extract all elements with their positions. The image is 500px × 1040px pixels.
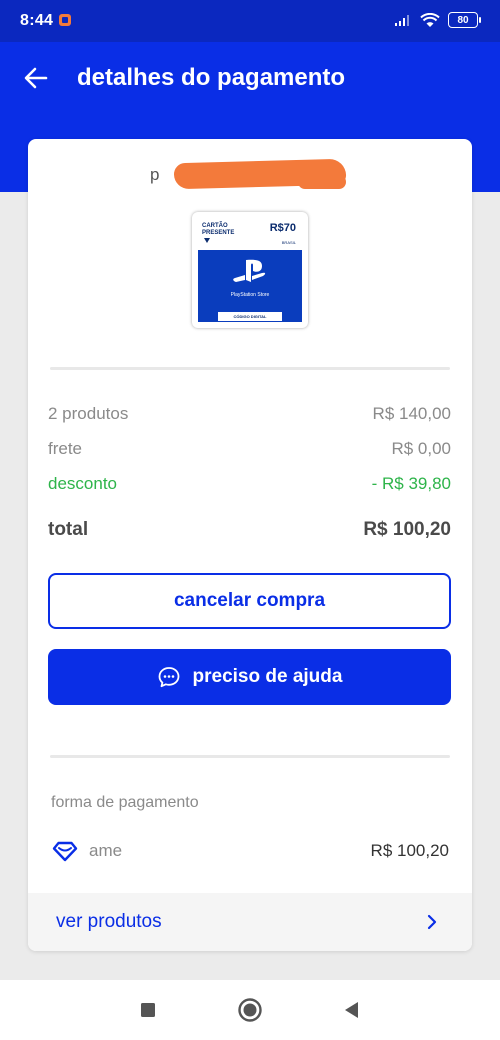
products-label: 2 produtos [48,404,129,423]
product-image[interactable]: CARTÃO PRESENTE R$70 BRASIL PlayStation … [192,212,308,328]
summary-products-row: 2 produtos R$ 140,00 [48,404,451,424]
summary-total-row: total R$ 100,20 [48,519,451,541]
circle-icon[interactable] [238,998,262,1022]
gift-card-label: CARTÃO PRESENTE [202,223,235,236]
app-bar: detalhes do pagamento [0,42,500,118]
chat-bubble-icon [158,667,179,688]
signal-icon [395,15,409,26]
seller-name: p [150,165,160,184]
notification-app-icon [59,14,71,26]
playstation-logo-icon [233,259,266,282]
summary-discount-row: desconto - R$ 39,80 [48,474,451,494]
total-label: total [48,519,89,540]
arrow-left-icon[interactable] [22,64,50,92]
gift-card-banner: PlayStation Store CÓDIGO DIGITAL [198,250,302,322]
divider [50,755,450,758]
payment-section-label: forma de pagamento [51,794,199,811]
cancel-purchase-button[interactable]: cancelar compra [48,573,451,629]
square-icon[interactable] [136,998,160,1022]
products-value: R$ 140,00 [372,404,451,423]
gift-card-value: R$70 [269,222,296,234]
order-details-card: p CARTÃO PRESENTE R$70 BRASIL PlayStatio… [28,139,472,951]
wifi-icon [420,12,440,27]
ame-heart-icon [52,841,78,862]
status-bar: 8:44 80 [0,0,500,42]
payment-method-row: ame R$ 100,20 [51,839,449,863]
view-products-link[interactable]: ver produtos [28,893,472,951]
gift-card-code-label: CÓDIGO DIGITAL [218,312,282,321]
battery-icon: 80 [448,12,481,28]
help-label: preciso de ajuda [192,666,343,687]
cancel-purchase-label: cancelar compra [173,590,326,611]
total-value: R$ 100,20 [363,519,451,540]
divider [50,367,450,370]
shipping-value: R$ 0,00 [391,439,451,458]
view-products-label: ver produtos [56,911,162,932]
redaction-mark-tail [298,175,346,189]
down-arrow-icon [204,238,210,243]
status-time: 8:44 [20,12,54,29]
status-icons: 80 [394,12,481,28]
payment-method-name: ame [89,841,123,860]
shipping-label: frete [48,439,83,458]
help-button[interactable]: preciso de ajuda [48,649,451,705]
discount-value: - R$ 39,80 [371,474,451,493]
chevron-right-icon [427,914,437,930]
page-title: detalhes do pagamento [77,64,346,91]
payment-amount: R$ 100,20 [370,841,449,860]
triangle-back-icon[interactable] [340,998,364,1022]
discount-label: desconto [48,474,117,493]
gift-card-store: PlayStation Store [230,292,270,298]
gift-card-country: BRASIL [281,240,296,245]
system-navigation-bar [0,980,500,1040]
summary-shipping-row: frete R$ 0,00 [48,439,451,459]
